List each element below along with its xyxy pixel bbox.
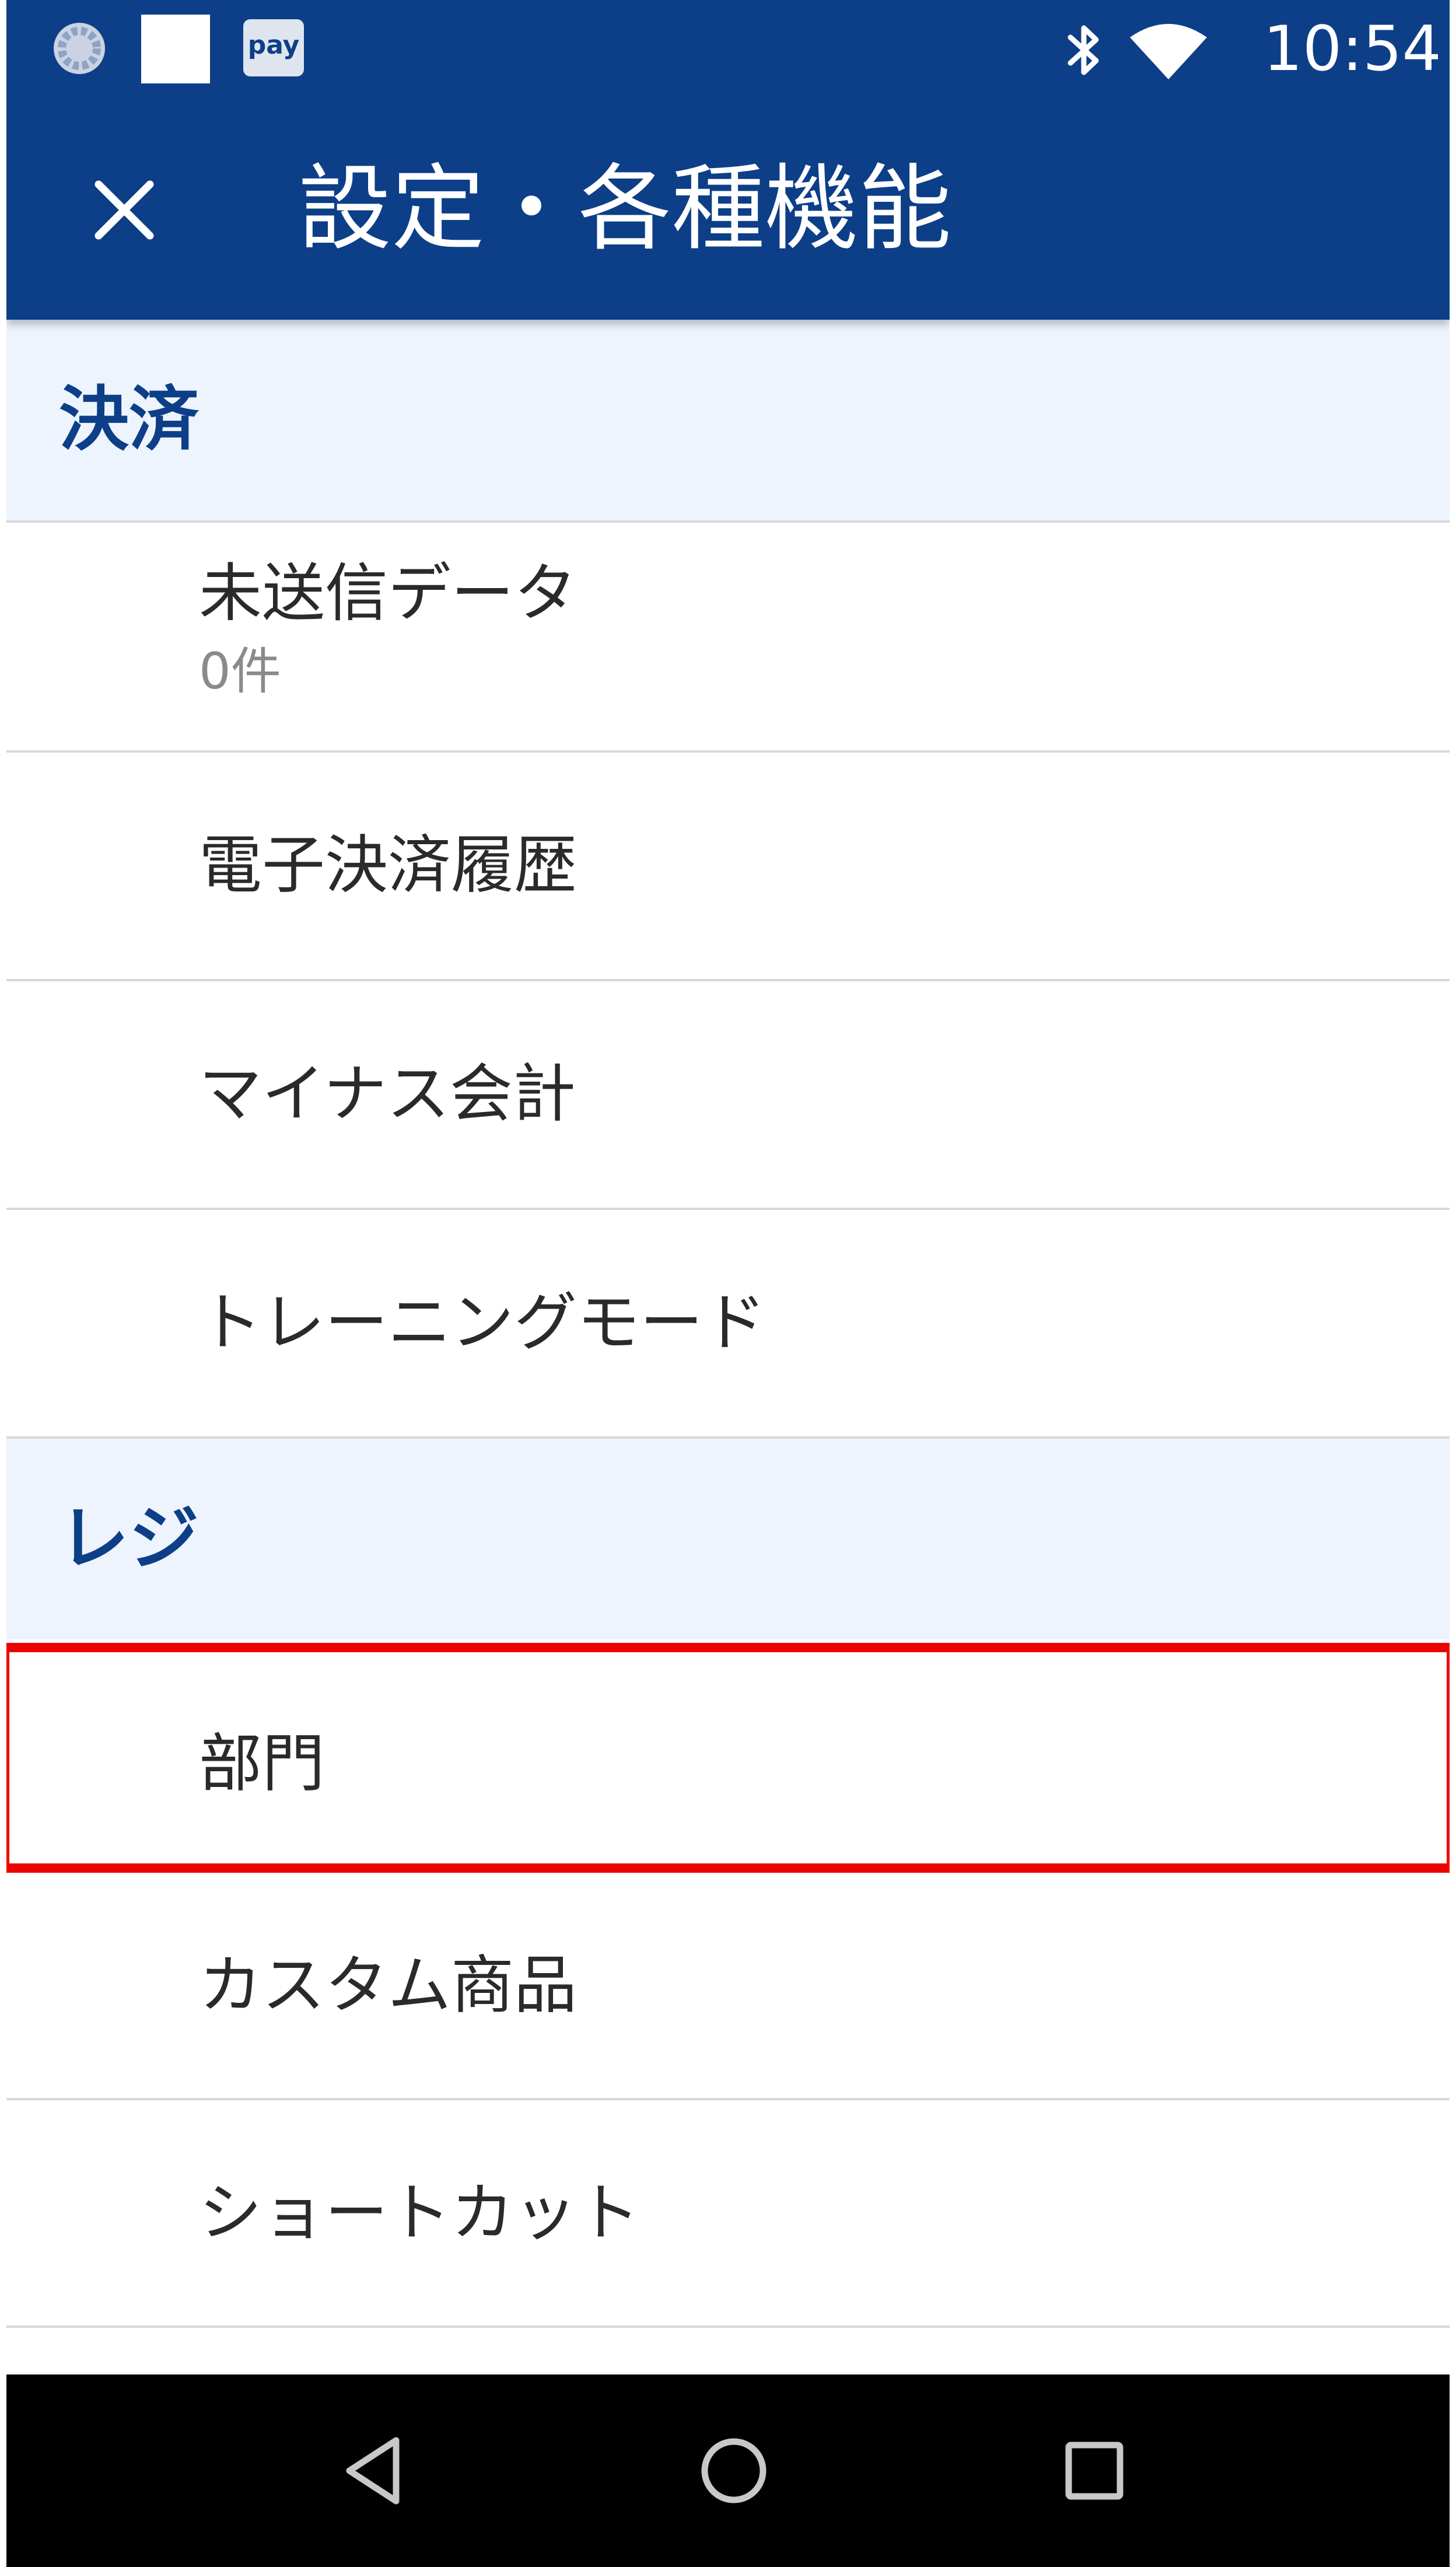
list-item-custom-product[interactable]: カスタム商品	[6, 1873, 1450, 2099]
wifi-icon	[1130, 24, 1207, 79]
pay-icon-label: pay	[247, 30, 300, 60]
list-item-minus-checkout[interactable]: マイナス会計	[6, 981, 1450, 1208]
section-label: レジ	[59, 1498, 199, 1579]
recents-icon	[1065, 2442, 1124, 2500]
recents-button[interactable]	[998, 2374, 1191, 2567]
divider	[6, 2325, 1450, 2328]
section-header-register: レジ	[6, 1439, 1450, 1639]
app-bar: 設定・各種機能	[6, 98, 1450, 320]
list-item-label: マイナス会計	[199, 1058, 576, 1131]
list-item-count: 0件	[199, 642, 281, 701]
settings-screen: pay 10:54 設定・各種機能 決済 未送信データ 0件 電子決済履歴 マイ…	[6, 0, 1450, 2567]
bluetooth-icon	[1068, 25, 1099, 75]
list-item-label: カスタム商品	[199, 1949, 578, 2022]
list-item-label: ショートカット	[199, 2177, 640, 2250]
close-icon[interactable]	[88, 174, 160, 246]
list-item-payment-history[interactable]: 電子決済履歴	[6, 753, 1450, 979]
list-item-label: トレーニングモード	[199, 1286, 766, 1359]
highlight-box	[6, 1643, 1450, 1873]
status-time: 10:54	[1263, 13, 1441, 85]
home-button[interactable]	[638, 2374, 830, 2567]
home-icon	[701, 2438, 766, 2503]
status-bar: pay 10:54	[6, 0, 1450, 98]
list-item-label: 未送信データ	[199, 557, 578, 630]
navigation-bar	[6, 2374, 1450, 2567]
sync-icon	[54, 23, 105, 74]
list-item-label: 電子決済履歴	[199, 829, 578, 902]
list-item-shortcut[interactable]: ショートカット	[6, 2100, 1450, 2327]
pay-icon: pay	[243, 19, 304, 76]
section-header-payment: 決済	[6, 320, 1450, 520]
back-icon	[346, 2437, 400, 2505]
list-item-training-mode[interactable]: トレーニングモード	[6, 1210, 1450, 1436]
list-item-unsent-data[interactable]: 未送信データ 0件	[6, 523, 1450, 749]
page-title: 設定・各種機能	[298, 154, 952, 263]
square-icon	[141, 15, 210, 83]
section-label: 決済	[59, 379, 199, 460]
back-button[interactable]	[278, 2374, 470, 2567]
